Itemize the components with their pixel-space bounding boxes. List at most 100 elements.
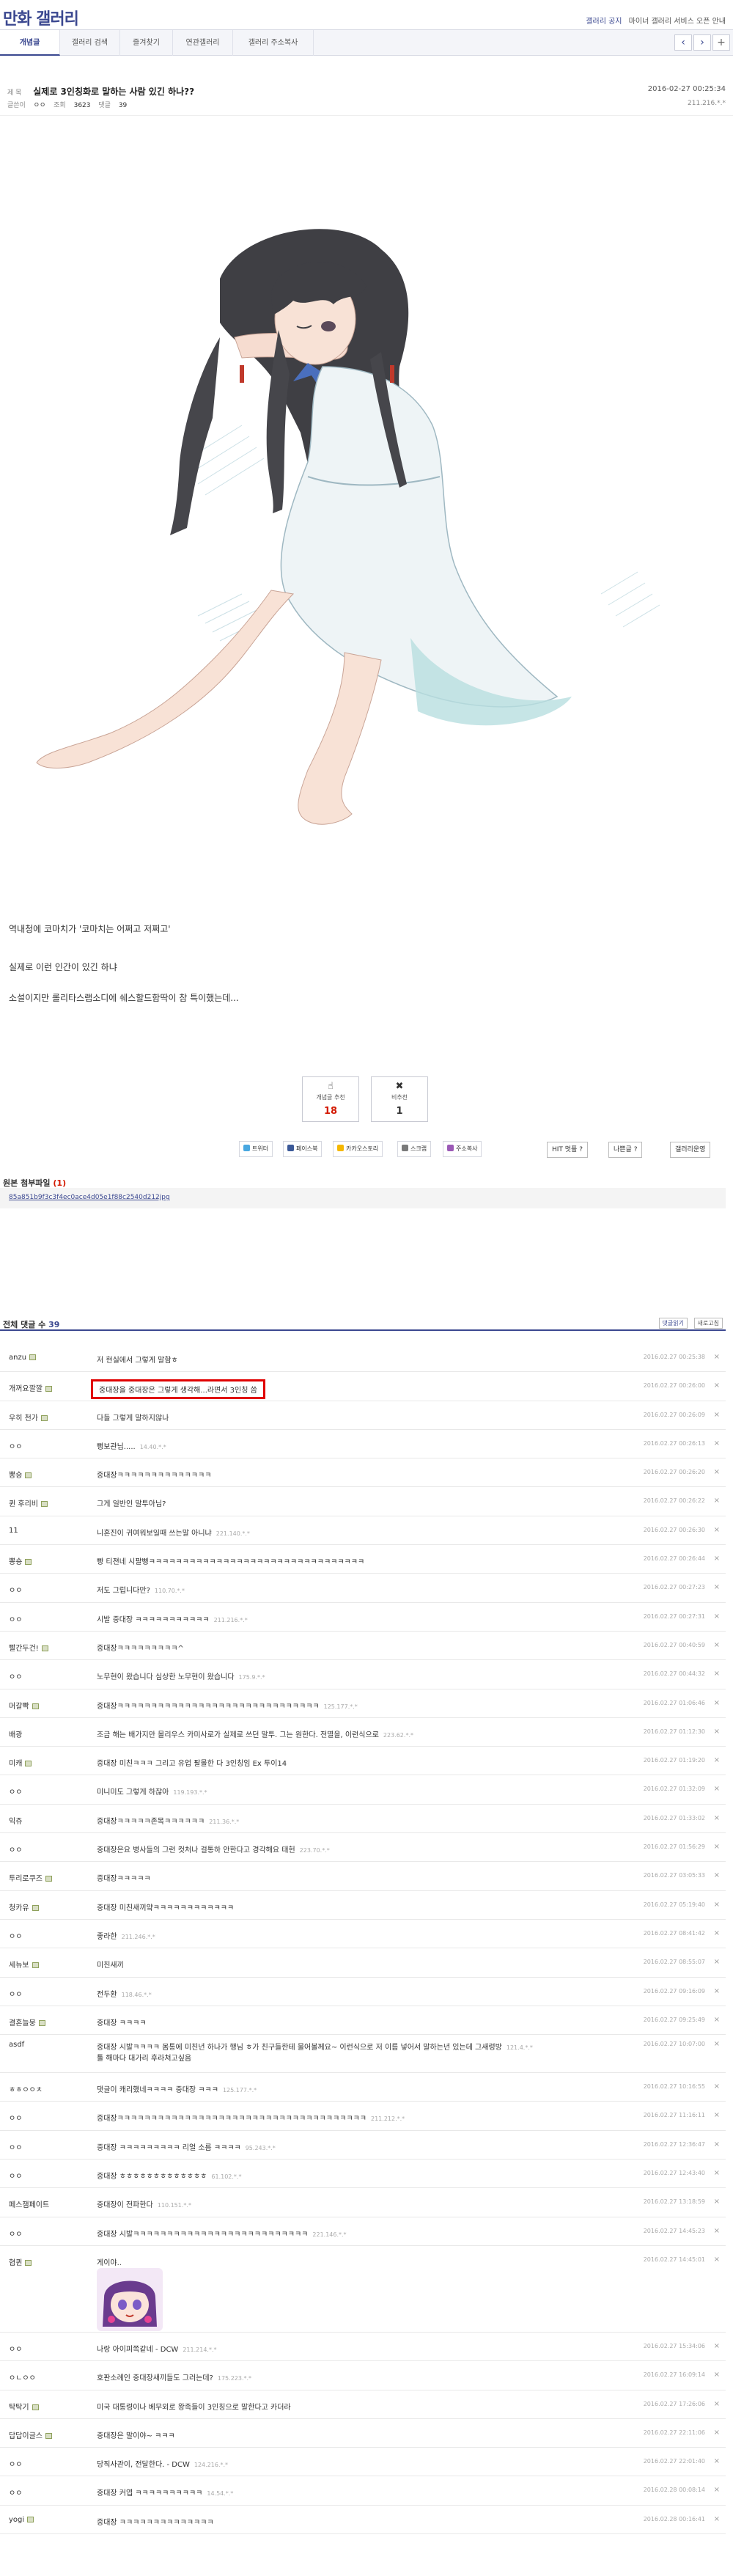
delete-comment-icon[interactable]: ×: [714, 2040, 720, 2048]
gallog-icon[interactable]: [45, 1386, 52, 1392]
delete-comment-icon[interactable]: ×: [714, 2400, 720, 2408]
comment-nickname[interactable]: ㅇㅇ: [9, 2487, 22, 2498]
tab-search[interactable]: 갤러리 검색: [60, 30, 120, 56]
copy-address-button[interactable]: 주소복사: [443, 1141, 482, 1157]
comment-nickname[interactable]: 뽕숑: [9, 1469, 32, 1480]
read-comments-button[interactable]: 댓글읽기: [658, 1318, 688, 1329]
delete-comment-icon[interactable]: ×: [714, 1555, 720, 1563]
share-facebook-button[interactable]: 페이스북: [283, 1141, 323, 1157]
delete-comment-icon[interactable]: ×: [714, 1728, 720, 1736]
delete-comment-icon[interactable]: ×: [714, 2371, 720, 2379]
comment-nickname[interactable]: ㅇㅇ: [9, 1584, 22, 1595]
comment-nickname[interactable]: ㅇㅇ: [9, 2228, 22, 2239]
comment-nickname[interactable]: 배광: [9, 1728, 22, 1739]
tab-related[interactable]: 연관갤러리: [173, 30, 233, 56]
tab-favorites[interactable]: 즐겨찾기: [120, 30, 173, 56]
recommend-up-button[interactable]: ☝ 개념글 추천 18: [302, 1076, 359, 1122]
delete-comment-icon[interactable]: ×: [714, 1468, 720, 1476]
delete-comment-icon[interactable]: ×: [714, 1958, 720, 1966]
delete-comment-icon[interactable]: ×: [714, 1901, 720, 1909]
comment-nickname[interactable]: 익쥬: [9, 1815, 22, 1826]
comment-nickname[interactable]: ㅇㅇ: [9, 2112, 22, 2123]
next-arrow-icon[interactable]: ›: [693, 34, 711, 51]
gallog-icon[interactable]: [25, 1761, 32, 1767]
comment-nickname[interactable]: 페스잼페이트: [9, 2198, 49, 2209]
gallog-icon[interactable]: [45, 1876, 52, 1882]
delete-comment-icon[interactable]: ×: [714, 1583, 720, 1591]
comment-nickname[interactable]: 퀸 후리비: [9, 1497, 48, 1508]
comment-nickname[interactable]: ㅇㅇ: [9, 1786, 22, 1797]
gallog-icon[interactable]: [32, 2404, 39, 2410]
gallog-icon[interactable]: [25, 1559, 32, 1566]
comment-nickname[interactable]: 미캐: [9, 1757, 32, 1768]
delete-comment-icon[interactable]: ×: [714, 2515, 720, 2523]
gallog-icon[interactable]: [40, 1414, 48, 1421]
attachment-file-link[interactable]: 85a851b9f3c3f4ec0ace4d05e1f88c2540d212jp…: [9, 1194, 170, 1201]
delete-comment-icon[interactable]: ×: [714, 1785, 720, 1793]
delete-comment-icon[interactable]: ×: [714, 2140, 720, 2148]
tab-best[interactable]: 개념글: [0, 30, 60, 56]
gallog-icon[interactable]: [38, 2019, 45, 2026]
delete-comment-icon[interactable]: ×: [714, 2198, 720, 2206]
delete-comment-icon[interactable]: ×: [714, 2169, 720, 2177]
share-scrap-button[interactable]: 스크랩: [397, 1141, 432, 1157]
delete-comment-icon[interactable]: ×: [714, 1843, 720, 1851]
comment-nickname[interactable]: 빨간두건!: [9, 1642, 48, 1653]
comment-nickname[interactable]: 머갈빡: [9, 1700, 39, 1711]
notice-link[interactable]: 갤러리 공지: [586, 18, 622, 26]
more-icon[interactable]: +: [712, 34, 730, 51]
comment-nickname[interactable]: 탁탁기: [9, 2401, 39, 2412]
comment-nickname[interactable]: ㅇㅇ: [9, 1440, 22, 1451]
comment-nickname[interactable]: asdf: [9, 2041, 24, 2049]
delete-comment-icon[interactable]: ×: [714, 2016, 720, 2024]
delete-comment-icon[interactable]: ×: [714, 1814, 720, 1822]
delete-comment-icon[interactable]: ×: [714, 2227, 720, 2235]
delete-comment-icon[interactable]: ×: [714, 1439, 720, 1447]
post-writer[interactable]: ㅇㅇ: [34, 102, 46, 109]
delete-comment-icon[interactable]: ×: [714, 1411, 720, 1419]
comment-nickname[interactable]: ㅇㅇ: [9, 1988, 22, 1999]
comment-nickname[interactable]: 투리로쿠즈: [9, 1872, 52, 1883]
comment-nickname[interactable]: anzu: [9, 1354, 37, 1362]
tab-copy-address[interactable]: 갤러리 주소복사: [233, 30, 314, 56]
delete-comment-icon[interactable]: ×: [714, 1353, 720, 1361]
gallog-icon[interactable]: [25, 2259, 32, 2266]
delete-comment-icon[interactable]: ×: [714, 2429, 720, 2437]
comment-nickname[interactable]: 뽕숑: [9, 1555, 32, 1566]
delete-comment-icon[interactable]: ×: [714, 2342, 720, 2350]
comment-nickname[interactable]: ㅇㅇ: [9, 2343, 22, 2354]
comment-nickname[interactable]: 협퀸: [9, 2256, 32, 2267]
gallog-icon[interactable]: [29, 1354, 37, 1360]
refresh-comments-button[interactable]: 새로고침: [693, 1318, 723, 1329]
delete-comment-icon[interactable]: ×: [714, 2083, 720, 2091]
comment-nickname[interactable]: ㅇㅇ: [9, 1843, 22, 1854]
comment-nickname[interactable]: 청카유: [9, 1901, 39, 1912]
comment-nickname[interactable]: ㅇㅇ: [9, 2170, 22, 2181]
comment-nickname[interactable]: 11: [9, 1527, 18, 1535]
report-button[interactable]: 나쁜글 ?: [608, 1142, 643, 1158]
comment-nickname[interactable]: ㅇㅇ: [9, 1613, 22, 1624]
gallery-admin-button[interactable]: 갤러리운영: [670, 1142, 711, 1158]
share-kakaostory-button[interactable]: 카카오스토리: [333, 1141, 383, 1157]
recommend-down-button[interactable]: ✖ 비추천 1: [371, 1076, 428, 1122]
delete-comment-icon[interactable]: ×: [714, 1871, 720, 1879]
comment-nickname[interactable]: ㅎㅎㅇㅇㅊ: [9, 2083, 43, 2094]
gallog-icon[interactable]: [32, 1703, 39, 1709]
delete-comment-icon[interactable]: ×: [714, 2256, 720, 2264]
gallog-icon[interactable]: [25, 1472, 32, 1479]
comment-nickname[interactable]: 개꺼요깔깔: [9, 1382, 52, 1393]
comment-nickname[interactable]: yogi: [9, 2516, 34, 2524]
comment-nickname[interactable]: 세뉴보: [9, 1959, 39, 1970]
minor-gallery-link[interactable]: 마이너 갤러리 서비스 오픈 안내: [629, 18, 726, 26]
delete-comment-icon[interactable]: ×: [714, 2111, 720, 2119]
prev-arrow-icon[interactable]: ‹: [674, 34, 692, 51]
delete-comment-icon[interactable]: ×: [714, 1612, 720, 1621]
gallog-icon[interactable]: [41, 1645, 48, 1651]
comment-nickname[interactable]: ㅇㅇ: [9, 1670, 22, 1681]
gallog-icon[interactable]: [32, 1962, 39, 1969]
share-twitter-button[interactable]: 트위터: [239, 1141, 273, 1157]
delete-comment-icon[interactable]: ×: [714, 1670, 720, 1678]
comment-nickname[interactable]: 답답이글스: [9, 2429, 52, 2440]
gallog-icon[interactable]: [45, 2432, 52, 2439]
hit-button[interactable]: HIT 멋플 ?: [547, 1142, 588, 1158]
